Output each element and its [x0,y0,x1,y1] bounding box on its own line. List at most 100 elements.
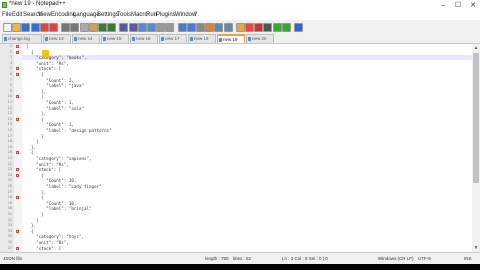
code-line[interactable]: 30 "label": "brinjal" [8,206,472,211]
code-line[interactable]: 36 "unit": "Rs", [8,240,472,245]
menu-file[interactable]: File [2,11,12,20]
scroll-down-arrow-icon[interactable]: ▼ [473,245,479,251]
fold-toggle-icon[interactable] [16,151,19,155]
save-icon[interactable] [21,23,31,32]
maximize-button[interactable]: ☐ [451,0,465,11]
code-line[interactable]: 1[ [10,44,472,49]
code-line[interactable]: 33 }, [8,223,472,228]
doc-map-icon[interactable] [214,23,224,32]
code-line[interactable]: 6 { [10,72,472,77]
fold-toggle-icon[interactable] [16,196,19,200]
code-line[interactable]: 16 "label": "design patterns" [8,128,472,133]
code-line[interactable]: 28 { [8,195,472,200]
code-line[interactable]: 34 { [8,229,472,234]
fold-toggle-icon[interactable] [16,117,19,121]
fold-toggle-icon[interactable] [16,50,19,54]
all-chars-icon[interactable] [186,23,196,32]
close-window-button[interactable]: ✕ [466,0,480,11]
code-line[interactable]: 7 "Count": 2, [10,78,472,83]
code-line[interactable]: 24 { [8,173,472,178]
code-line[interactable]: 8 "label": "java" [10,83,472,88]
find-icon[interactable] [119,23,129,32]
tab-new-17[interactable]: new 17 [159,34,187,43]
code-line[interactable]: 23 "stock": [ [8,167,472,172]
code-line[interactable]: 21 "category": "sapiens", [8,156,472,161]
print-icon[interactable] [61,23,71,32]
minimize-button[interactable]: – [436,0,450,11]
code-line[interactable]: 37 "stock": [ [8,246,472,251]
fold-toggle-icon[interactable] [16,246,19,250]
code-view[interactable]: 1[2 {3 "category": "books", 4 "unit": "Rs… [8,44,472,252]
fold-toggle-icon[interactable] [16,229,19,233]
code-line[interactable]: 29 "Count": 30, [8,201,472,206]
tab-new-14[interactable]: new 14 [72,34,100,43]
tab-new-20[interactable]: new 20 [246,34,274,43]
scroll-up-arrow-icon[interactable]: ▲ [473,45,479,51]
tab-new-18[interactable]: new 18 [188,34,216,43]
menu-help[interactable]: ? [194,11,197,20]
close-all-icon[interactable] [49,23,58,32]
code-line[interactable]: 27 }, [8,190,472,195]
code-line[interactable]: 12 "label": "sola" [8,106,472,111]
code-line[interactable]: 14 { [8,117,472,122]
fold-toggle-icon[interactable] [16,45,19,48]
folder-workspace-icon[interactable] [235,23,245,32]
sync-h-icon[interactable] [165,23,175,32]
menu-view[interactable]: View [38,11,51,20]
udl-icon[interactable] [205,23,215,32]
stop-macro-icon[interactable] [263,23,273,32]
cut-icon[interactable] [70,23,80,32]
fold-toggle-icon[interactable] [16,73,19,76]
zoom-out-icon[interactable] [147,23,156,32]
menu-tools[interactable]: Tools [117,11,131,20]
save-all-icon[interactable] [30,23,40,32]
code-line[interactable]: 2 { [10,50,472,55]
scrollbar-thumb[interactable] [473,53,479,183]
open-file-icon[interactable] [12,23,22,32]
code-line[interactable]: 25 "Count": 10, [8,178,472,183]
fold-toggle-icon[interactable] [16,168,19,172]
code-line[interactable]: 5 "stock": [ [10,66,472,71]
redo-icon[interactable] [107,23,117,32]
tab-change-log[interactable]: change.log [2,34,42,43]
wrap-icon[interactable] [177,23,187,32]
code-line[interactable]: 19 }, [8,145,472,150]
tab-new-13[interactable]: new 13 [43,34,71,43]
menu-edit[interactable]: Edit [12,11,22,20]
replace-icon[interactable] [128,23,138,32]
code-line[interactable]: 11 "Count": 1, [8,100,472,105]
tab-new-16[interactable]: new 16 [130,34,158,43]
menu-settings[interactable]: Settings [97,11,119,20]
monitor-icon[interactable] [245,23,254,32]
play-macro-icon[interactable] [272,23,282,32]
menu-language[interactable]: Language [73,11,100,20]
zoom-in-icon[interactable] [137,23,147,32]
run-macro-multiple-icon[interactable] [281,23,291,32]
menu-plugins[interactable]: Plugins [156,11,176,20]
code-line[interactable]: 22 "unit": "Rs", [8,162,472,167]
code-line[interactable]: 20 { [8,150,472,155]
code-line[interactable]: 18 ] [8,139,472,144]
tab-new-19[interactable]: new 19 [217,34,245,43]
code-line[interactable]: 17 } [8,134,472,139]
code-line[interactable]: 4 "unit": "Rs", [10,61,472,66]
save-macro-icon[interactable] [294,23,303,32]
code-line[interactable]: 15 "Count": 1, [8,122,472,127]
sync-v-icon[interactable] [156,23,166,32]
function-list-icon[interactable] [223,23,233,32]
fold-toggle-icon[interactable] [16,173,19,177]
copy-icon[interactable] [79,23,89,32]
code-line[interactable]: 13 }, [8,111,472,116]
vertical-scrollbar[interactable]: ▲ ▼ [472,44,480,252]
close-icon[interactable] [39,23,49,32]
record-macro-icon[interactable] [254,23,264,32]
undo-icon[interactable] [98,23,107,32]
code-line[interactable]: 3 "category": "books", [10,55,472,61]
editor-area[interactable]: 1[2 {3 "category": "books", 4 "unit": "Rs… [0,44,472,252]
fold-toggle-icon[interactable] [16,95,19,99]
code-line[interactable]: 32 ] [8,218,472,223]
paste-icon[interactable] [88,23,98,32]
indent-guide-icon[interactable] [196,23,205,32]
new-file-icon[interactable] [3,23,12,32]
code-line[interactable]: 31 } [8,212,472,217]
